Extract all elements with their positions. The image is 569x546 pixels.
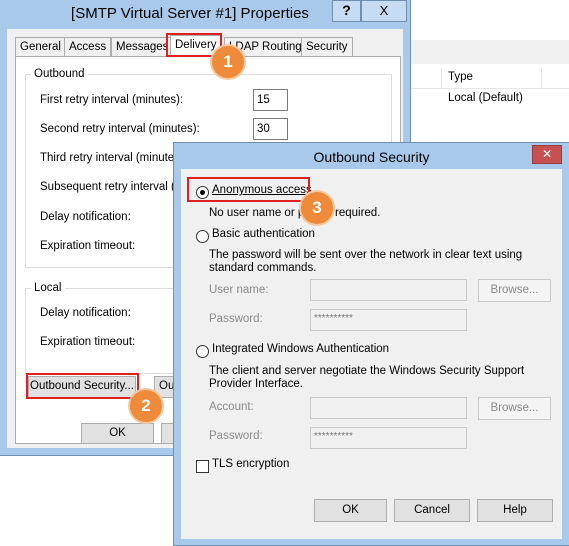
callout-badge-3: 3 [301, 192, 333, 224]
close-button[interactable]: ✕ [532, 145, 562, 164]
integrated-auth-label[interactable]: Integrated Windows Authentication [212, 343, 389, 355]
dialog-title: Outbound Security [313, 149, 430, 165]
browse-button[interactable]: Browse... [478, 279, 551, 302]
tab-general[interactable]: General [15, 37, 66, 56]
basic-auth-label[interactable]: Basic authentication [212, 228, 315, 240]
outbound-security-dialog: Outbound Security ✕ Anonymous access No … [173, 142, 569, 546]
user-name-label: User name: [209, 284, 269, 296]
local-group-label: Local [31, 282, 65, 294]
integrated-auth-description: The client and server negotiate the Wind… [209, 365, 525, 390]
third-retry-label: Third retry interval (minutes): [40, 152, 187, 164]
anonymous-description-left: No user name or pa [209, 207, 311, 219]
dialog-body: Anonymous access No user name or pa requ… [181, 169, 562, 539]
dialog-title: [SMTP Virtual Server #1] Properties [71, 5, 309, 22]
anonymous-description-right: required. [335, 207, 381, 219]
cancel-button[interactable]: Cancel [394, 499, 470, 522]
close-button[interactable]: X [361, 0, 407, 22]
basic-auth-description: The password will be sent over the netwo… [209, 249, 523, 274]
tab-messages[interactable]: Messages [111, 37, 174, 56]
ok-button[interactable]: OK [81, 423, 154, 444]
list-item-type-value[interactable]: Local (Default) [448, 92, 523, 104]
password-input[interactable]: ********** [310, 427, 467, 449]
first-retry-input[interactable]: 15 [253, 89, 288, 111]
anonymous-access-highlight [187, 177, 310, 202]
delay-notification-label: Delay notification: [40, 211, 131, 223]
tab-access[interactable]: Access [64, 37, 112, 56]
outbound-group-label: Outbound [31, 68, 88, 80]
integrated-auth-radio[interactable] [196, 345, 209, 358]
callout-badge-2: 2 [130, 390, 162, 422]
local-expiration-label: Expiration timeout: [40, 336, 136, 348]
expiration-timeout-label: Expiration timeout: [40, 240, 136, 252]
first-retry-label: First retry interval (minutes): [40, 94, 184, 106]
user-name-input[interactable] [310, 279, 467, 301]
password-label: Password: [209, 430, 263, 442]
background-list-header [410, 68, 569, 89]
account-input[interactable] [310, 397, 467, 419]
background-toolbar-strip [410, 40, 569, 64]
browse-button[interactable]: Browse... [478, 397, 551, 420]
local-delay-label: Delay notification: [40, 307, 131, 319]
password-input[interactable]: ********** [310, 309, 467, 331]
outbound-security-highlight [26, 373, 139, 399]
account-label: Account: [209, 401, 254, 413]
callout-badge-1: 1 [212, 46, 244, 78]
column-header-type[interactable]: Type [448, 71, 473, 83]
help-button[interactable]: Help [477, 499, 553, 522]
tls-encryption-checkbox[interactable] [196, 460, 209, 473]
tls-encryption-label[interactable]: TLS encryption [212, 458, 289, 470]
tab-security[interactable]: Security [301, 37, 353, 56]
column-separator[interactable] [541, 68, 542, 88]
second-retry-input[interactable]: 30 [253, 118, 288, 140]
basic-auth-radio[interactable] [196, 230, 209, 243]
second-retry-label: Second retry interval (minutes): [40, 123, 200, 135]
help-button[interactable]: ? [332, 0, 361, 22]
column-separator[interactable] [441, 68, 442, 88]
password-label: Password: [209, 313, 263, 325]
ok-button[interactable]: OK [314, 499, 387, 522]
